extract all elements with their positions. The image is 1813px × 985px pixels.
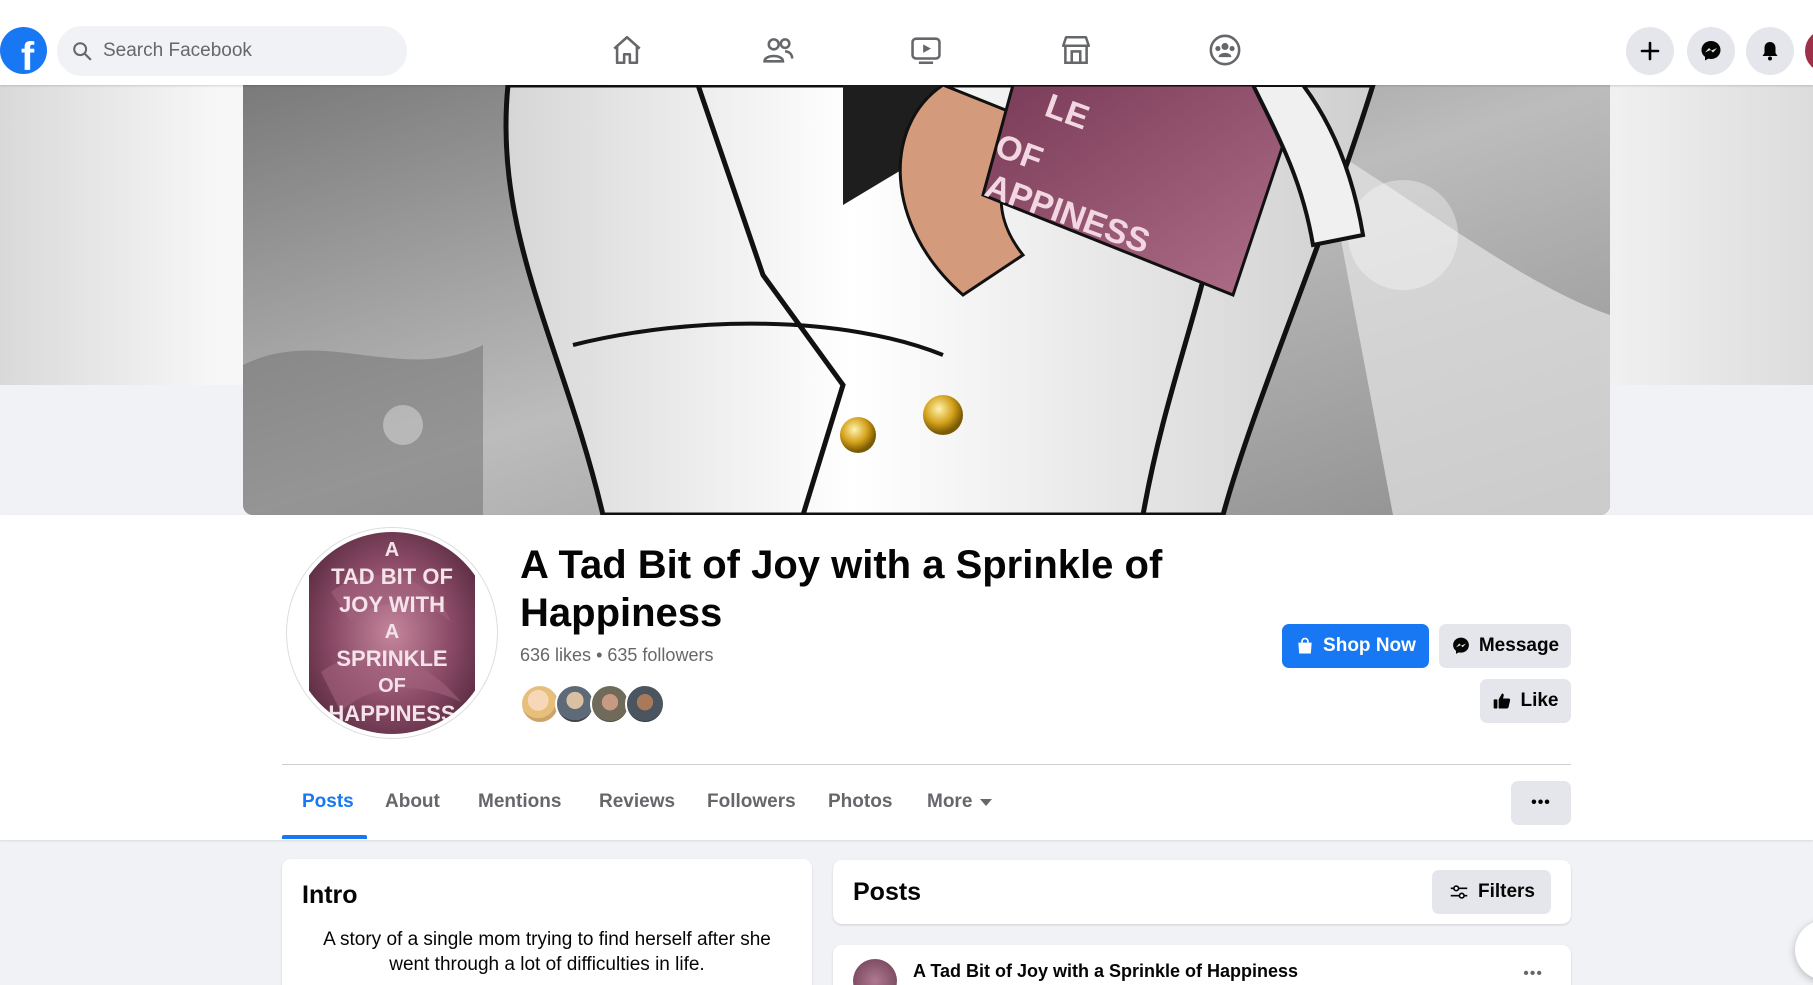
- profile-text-line: HAPPINESS: [328, 701, 455, 726]
- marketplace-icon[interactable]: [1056, 30, 1096, 70]
- profile-picture[interactable]: A TAD BIT OF JOY WITH A SPRINKLE OF HAPP…: [287, 528, 497, 738]
- intro-heading: Intro: [302, 881, 358, 909]
- profile-picture-art: A TAD BIT OF JOY WITH A SPRINKLE OF HAPP…: [291, 532, 493, 734]
- messenger-button[interactable]: [1687, 27, 1735, 75]
- tab-more[interactable]: More: [907, 778, 1012, 826]
- messenger-icon: [1701, 41, 1721, 61]
- intro-card: Intro A story of a single mom trying to …: [282, 859, 812, 985]
- profile-text-line: A: [385, 539, 399, 561]
- shop-now-label: Shop Now: [1323, 635, 1416, 656]
- active-tab-indicator: [282, 835, 367, 839]
- cover-illustration: LE OF APPINESS: [243, 85, 1610, 515]
- tab-reviews[interactable]: Reviews: [579, 778, 695, 826]
- like-label: Like: [1520, 690, 1559, 711]
- search-input[interactable]: [103, 40, 383, 62]
- stats-separator: •: [596, 645, 603, 665]
- plus-icon: [1640, 41, 1660, 61]
- posts-heading: Posts: [853, 878, 922, 906]
- tab-photos[interactable]: Photos: [808, 778, 912, 826]
- messenger-icon: [1452, 637, 1469, 654]
- follower-avatar[interactable]: [520, 684, 560, 724]
- tab-posts[interactable]: Posts: [282, 778, 374, 826]
- floating-chat-button[interactable]: [1795, 920, 1813, 980]
- page-title: A Tad Bit of Joy with a Sprinkle of Happ…: [520, 543, 1163, 635]
- follower-avatar[interactable]: [590, 684, 630, 724]
- caret-down-icon: [980, 798, 993, 806]
- shopping-bag-icon: [1298, 637, 1312, 654]
- follower-avatar[interactable]: [625, 684, 665, 724]
- search-box[interactable]: [57, 26, 407, 76]
- followers-count[interactable]: 635 followers: [607, 645, 713, 665]
- tab-followers[interactable]: Followers: [687, 778, 816, 826]
- profile-divider: [282, 764, 1571, 765]
- account-avatar[interactable]: [1803, 27, 1813, 75]
- home-icon[interactable]: [607, 30, 647, 70]
- message-label: Message: [1478, 635, 1560, 656]
- filters-icon: [1450, 885, 1468, 899]
- likes-count[interactable]: 636 likes: [520, 645, 591, 665]
- post-author-avatar[interactable]: [853, 959, 897, 985]
- search-icon: [73, 42, 92, 61]
- notifications-button[interactable]: [1746, 27, 1794, 75]
- groups-icon[interactable]: [1205, 30, 1245, 70]
- profile-text-line: OF: [378, 675, 406, 697]
- facebook-logo[interactable]: f: [0, 27, 47, 74]
- friends-icon[interactable]: [758, 30, 798, 70]
- intro-text: A story of a single mom trying to find h…: [323, 929, 771, 975]
- tab-mentions[interactable]: Mentions: [458, 778, 581, 826]
- filters-button[interactable]: Filters: [1431, 870, 1551, 914]
- watch-icon[interactable]: [906, 30, 946, 70]
- profile-text-line: TAD BIT OF: [331, 564, 453, 589]
- thumbs-up-icon: [1494, 693, 1511, 709]
- profile-text-line: JOY WITH: [339, 592, 445, 617]
- like-button[interactable]: Like: [1480, 679, 1571, 723]
- more-dots-icon: •••: [1531, 794, 1551, 811]
- cover-photo[interactable]: LE OF APPINESS: [243, 85, 1610, 515]
- tab-about[interactable]: About: [365, 778, 460, 826]
- filters-label: Filters: [1477, 881, 1535, 902]
- follower-avatar[interactable]: [555, 684, 595, 724]
- post-menu-icon[interactable]: •••: [1523, 965, 1543, 983]
- shop-now-button[interactable]: Shop Now: [1282, 624, 1429, 668]
- message-button[interactable]: Message: [1439, 624, 1571, 668]
- profile-text-line: A: [385, 621, 399, 643]
- browser-strip: [0, 0, 1813, 10]
- post-author-name[interactable]: A Tad Bit of Joy with a Sprinkle of Happ…: [913, 961, 1298, 982]
- post-card: A Tad Bit of Joy with a Sprinkle of Happ…: [833, 945, 1571, 985]
- page-options-button[interactable]: •••: [1511, 781, 1571, 825]
- posts-header-card: Posts Filters: [833, 860, 1571, 924]
- page-stats: 636 likes • 635 followers: [520, 645, 713, 666]
- bell-icon: [1762, 42, 1778, 61]
- top-navigation-bar: f: [0, 0, 1813, 85]
- create-button[interactable]: [1626, 27, 1674, 75]
- profile-text-line: SPRINKLE: [336, 646, 447, 671]
